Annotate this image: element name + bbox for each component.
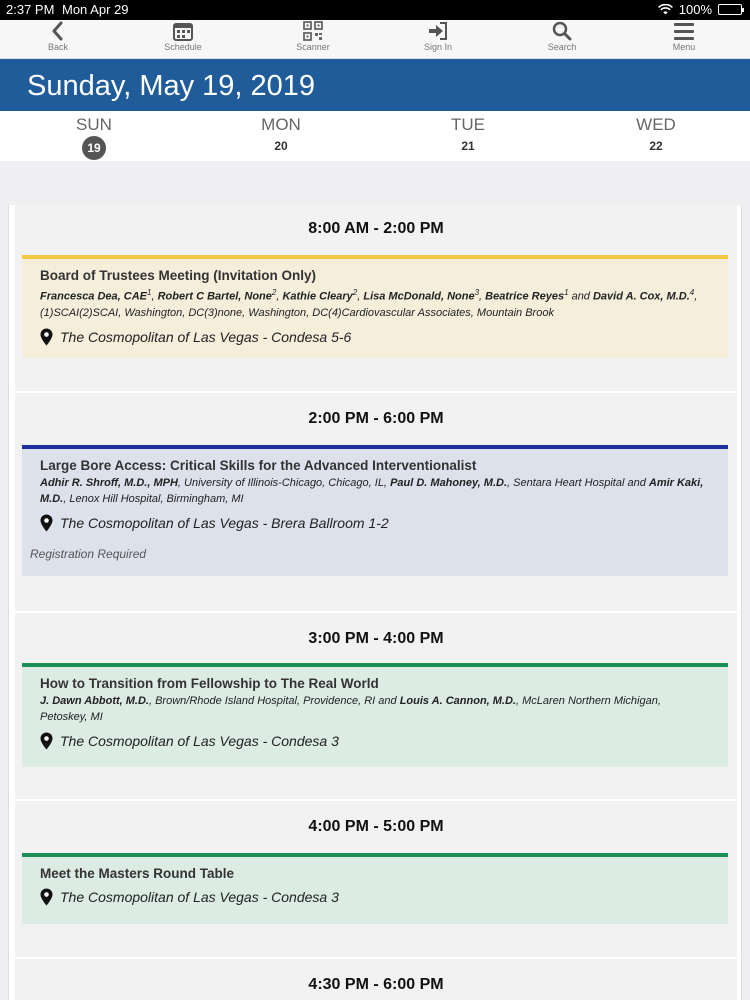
schedule-label: Schedule: [164, 42, 202, 52]
session-title: How to Transition from Fellowship to The…: [40, 676, 379, 691]
chevron-left-icon: [52, 21, 63, 41]
session-card[interactable]: Board of Trustees Meeting (Invitation On…: [22, 255, 728, 358]
session-title: Board of Trustees Meeting (Invitation On…: [40, 268, 317, 283]
time-slot-heading: 4:00 PM - 5:00 PM: [308, 818, 444, 835]
day-tab-sun[interactable]: SUN 19: [49, 115, 139, 160]
day-name: TUE: [451, 115, 485, 134]
time-slot-group: 4:30 PM - 6:00 PM: [15, 959, 737, 1000]
author-name: Paul D. Mahoney, M.D.: [390, 477, 508, 489]
day-tab-mon[interactable]: MON 20: [236, 115, 326, 153]
session-authors: Francesca Dea, CAE1, Robert C Bartel, No…: [40, 285, 710, 321]
author-name: Kathie Cleary: [282, 290, 353, 303]
session-location-text: The Cosmopolitan of Las Vegas - Condesa …: [60, 733, 339, 749]
day-number-selected: 19: [82, 136, 106, 160]
session-card[interactable]: Large Bore Access: Critical Skills for t…: [22, 445, 728, 576]
status-time: 2:37 PM: [6, 2, 55, 17]
menu-button[interactable]: Menu: [644, 20, 724, 59]
map-pin-icon: [40, 732, 53, 750]
status-bar: 2:37 PM Mon Apr 29 100%: [0, 0, 750, 20]
scanner-label: Scanner: [296, 42, 330, 52]
time-slot-group: 2:00 PM - 6:00 PM Large Bore Access: Cri…: [15, 393, 737, 611]
author-name: Beatrice Reyes: [485, 290, 565, 303]
author-name: David A. Cox, M.D.: [592, 290, 690, 303]
map-pin-icon: [40, 888, 53, 906]
author-name: Lisa McDonald, None: [363, 290, 475, 303]
day-tab-tue[interactable]: TUE 21: [423, 115, 513, 153]
calendar-icon: [173, 23, 193, 41]
sign-in-icon: [429, 22, 447, 40]
schedule-button[interactable]: Schedule: [143, 20, 223, 59]
day-name: SUN: [76, 115, 112, 134]
battery-percent: 100%: [678, 2, 712, 17]
menu-label: Menu: [672, 42, 696, 52]
search-label: Search: [547, 42, 577, 52]
qr-code-icon: [303, 21, 323, 41]
back-label: Back: [47, 42, 68, 52]
author-name: Adhir R. Shroff, M.D., MPH: [40, 477, 178, 489]
sign-in-button[interactable]: Sign In: [398, 20, 478, 59]
time-slot-group: 8:00 AM - 2:00 PM Board of Trustees Meet…: [15, 205, 737, 391]
session-authors: J. Dawn Abbott, M.D., Brown/Rhode Island…: [40, 693, 710, 725]
top-toolbar: Back Schedule Scanner Sign In Search Men…: [0, 20, 750, 59]
author-affiliation: , Lenox Hill Hospital, Birmingham, MI: [63, 493, 244, 505]
battery-icon: [718, 4, 744, 15]
hamburger-menu-icon: [674, 23, 694, 40]
session-card[interactable]: Meet the Masters Round Table The Cosmopo…: [22, 853, 728, 924]
session-location: The Cosmopolitan of Las Vegas - Brera Ba…: [40, 514, 710, 532]
back-button[interactable]: Back: [18, 20, 98, 59]
author-affiliation: and: [568, 290, 593, 303]
day-selector: SUN 19 MON 20 TUE 21 WED 22: [0, 111, 750, 161]
session-authors: Adhir R. Shroff, M.D., MPH, University o…: [40, 475, 710, 507]
author-affiliation: , Brown/Rhode Island Hospital, Providenc…: [148, 695, 400, 707]
search-button[interactable]: Search: [522, 20, 602, 59]
map-pin-icon: [40, 514, 53, 532]
author-affiliation: , University of Illinois-Chicago, Chicag…: [177, 477, 391, 489]
session-title: Large Bore Access: Critical Skills for t…: [40, 458, 477, 473]
session-card[interactable]: How to Transition from Fellowship to The…: [22, 663, 728, 767]
session-location: The Cosmopolitan of Las Vegas - Condesa …: [40, 328, 710, 346]
session-location-text: The Cosmopolitan of Las Vegas - Condesa …: [60, 328, 352, 345]
session-location-text: The Cosmopolitan of Las Vegas - Brera Ba…: [60, 515, 389, 531]
scanner-button[interactable]: Scanner: [273, 20, 353, 59]
day-tab-wed[interactable]: WED 22: [611, 115, 701, 153]
day-number: 20: [274, 139, 288, 153]
day-number: 21: [461, 139, 475, 153]
sign-in-label: Sign In: [423, 42, 453, 52]
time-slot-heading: 4:30 PM - 6:00 PM: [308, 976, 444, 993]
time-slot-group: 4:00 PM - 5:00 PM Meet the Masters Round…: [15, 801, 737, 957]
registration-note: Registration Required: [30, 547, 147, 561]
day-name: WED: [636, 115, 676, 134]
page-title: Sunday, May 19, 2019: [0, 59, 750, 111]
map-pin-icon: [40, 328, 53, 346]
session-list[interactable]: 8:00 AM - 2:00 PM Board of Trustees Meet…: [8, 205, 742, 1000]
author-affiliation: , Sentara Heart Hospital and: [507, 477, 649, 489]
author-name: Robert C Bartel, None: [157, 290, 272, 303]
status-date: Mon Apr 29: [62, 2, 129, 17]
session-title: Meet the Masters Round Table: [40, 866, 235, 881]
author-name: Francesca Dea, CAE: [40, 290, 147, 303]
time-slot-heading: 2:00 PM - 6:00 PM: [308, 410, 444, 427]
session-location-text: The Cosmopolitan of Las Vegas - Condesa …: [60, 889, 339, 905]
search-icon: [552, 21, 572, 41]
day-number: 22: [649, 139, 663, 153]
time-slot-heading: 3:00 PM - 4:00 PM: [308, 630, 444, 647]
session-location: The Cosmopolitan of Las Vegas - Condesa …: [40, 888, 710, 906]
time-slot-group: 3:00 PM - 4:00 PM How to Transition from…: [15, 613, 737, 799]
author-name: Louis A. Cannon, M.D.: [399, 695, 516, 707]
author-name: J. Dawn Abbott, M.D.: [40, 695, 149, 707]
time-slot-heading: 8:00 AM - 2:00 PM: [308, 220, 444, 237]
day-name: MON: [261, 115, 301, 134]
session-location: The Cosmopolitan of Las Vegas - Condesa …: [40, 732, 710, 750]
wifi-icon: [657, 4, 673, 15]
